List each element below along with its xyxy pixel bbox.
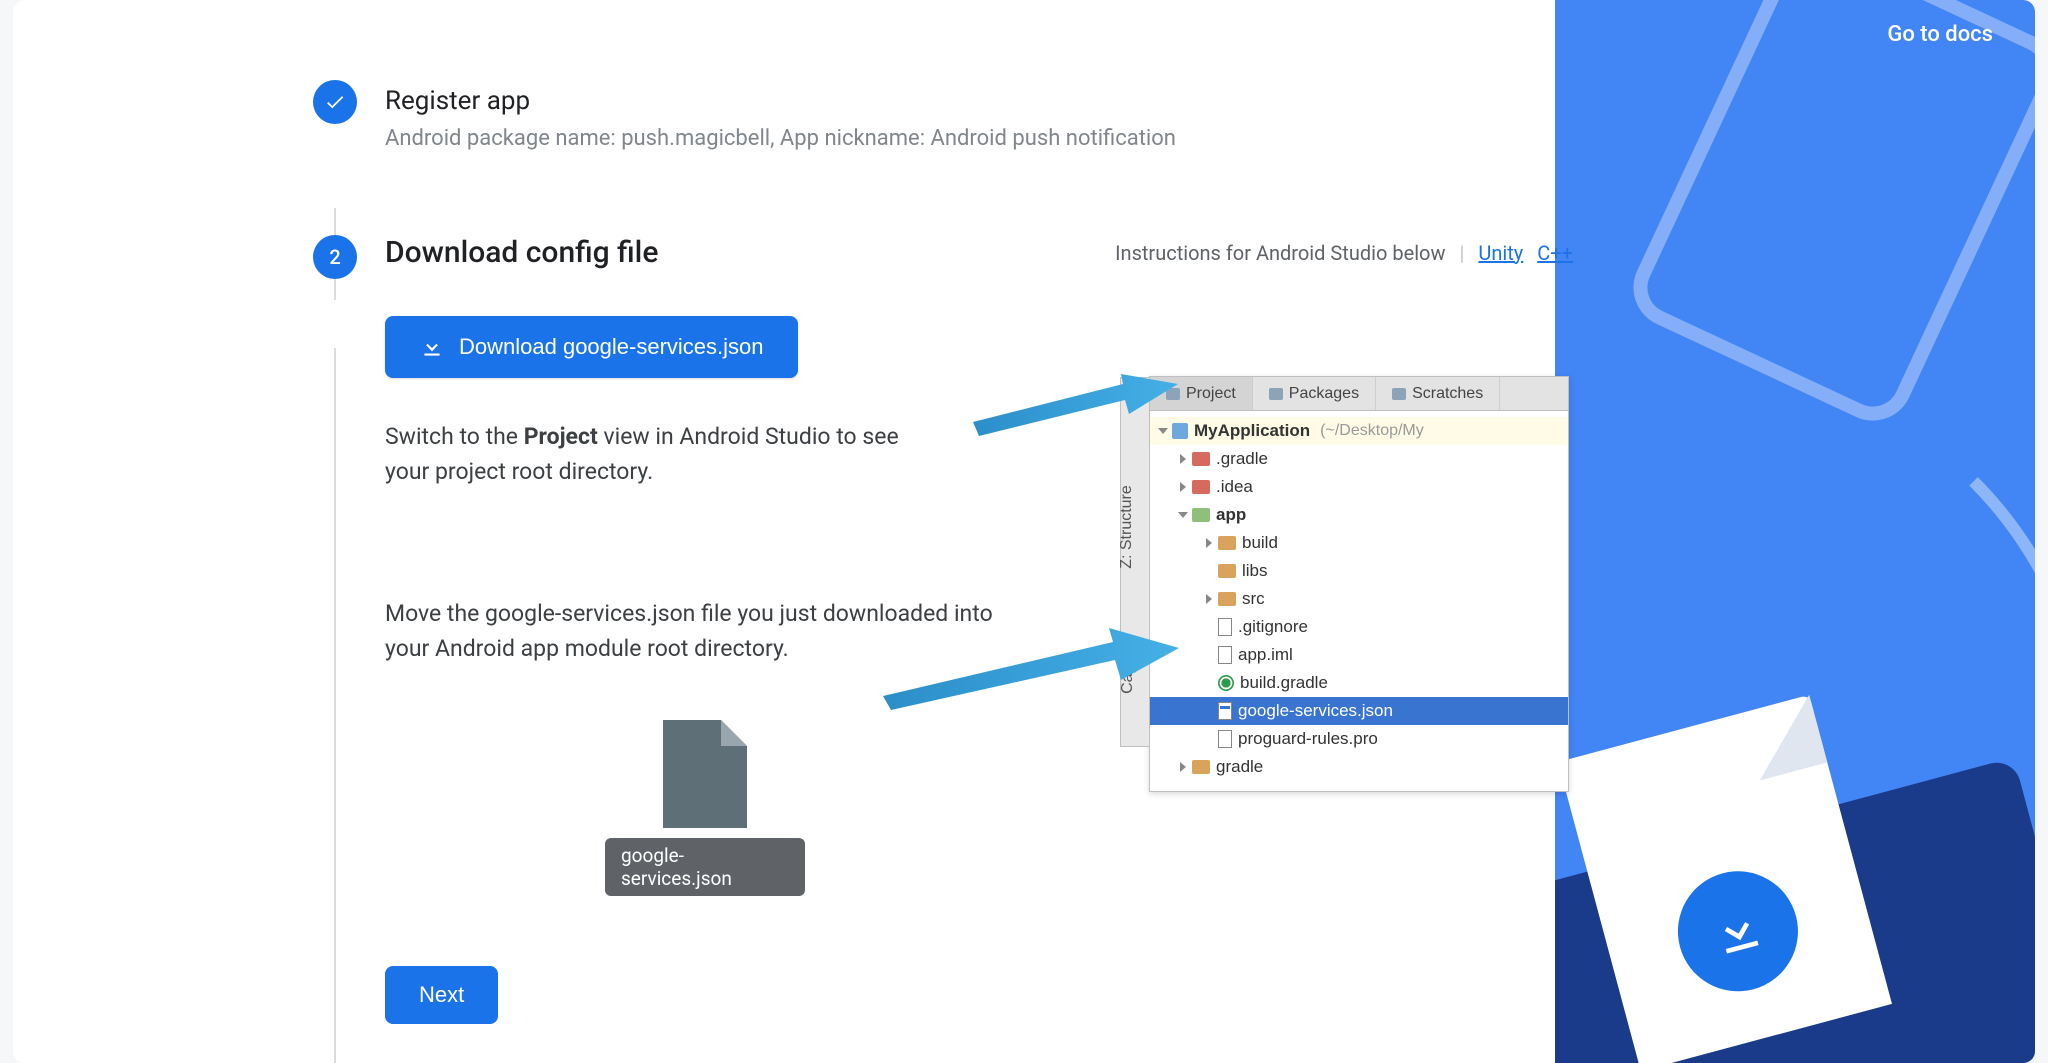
tree-item[interactable]: app.iml xyxy=(1150,641,1568,669)
ide-tab-scratches[interactable]: Scratches xyxy=(1376,377,1500,410)
divider-pipe: | xyxy=(1460,241,1465,265)
step1-subtitle: Android package name: push.magicbell, Ap… xyxy=(385,126,1573,151)
step2-indicator: 2 xyxy=(313,235,357,279)
structure-tab[interactable]: Z: Structure xyxy=(1118,485,1136,569)
step1-indicator-check xyxy=(313,80,357,124)
arrow-to-google-services xyxy=(883,622,1183,716)
tree-item-app[interactable]: app xyxy=(1150,501,1568,529)
download-icon xyxy=(419,334,445,360)
file-icon xyxy=(663,720,747,828)
folder-icon xyxy=(1218,536,1236,550)
module-folder-icon xyxy=(1192,508,1210,522)
check-icon xyxy=(324,91,346,113)
instruction-1: Switch to the Project view in Android St… xyxy=(385,420,925,489)
tree-item-google-services[interactable]: google-services.json xyxy=(1150,697,1568,725)
tree-item[interactable]: build.gradle xyxy=(1150,669,1568,697)
tree-item[interactable]: libs xyxy=(1150,557,1568,585)
tree-item[interactable]: gradle xyxy=(1150,753,1568,781)
tree-item[interactable]: src xyxy=(1150,585,1568,613)
ide-tab-packages[interactable]: Packages xyxy=(1253,377,1376,410)
tree-item[interactable]: .gradle xyxy=(1150,445,1568,473)
step2-title: Download config file xyxy=(385,235,658,270)
decorative-band xyxy=(1555,0,2035,1063)
tree-item[interactable]: .idea xyxy=(1150,473,1568,501)
cpp-link[interactable]: C++ xyxy=(1537,241,1573,265)
json-file-icon xyxy=(1218,702,1232,720)
tree-root[interactable]: MyApplication(~/Desktop/My xyxy=(1150,417,1568,445)
tree-item[interactable]: proguard-rules.pro xyxy=(1150,725,1568,753)
tree-item[interactable]: build xyxy=(1150,529,1568,557)
file-chip-label: google-services.json xyxy=(605,838,805,896)
arrow-to-project-tab xyxy=(973,370,1183,444)
folder-icon xyxy=(1392,388,1406,400)
next-button[interactable]: Next xyxy=(385,966,498,1024)
step2-platform-links: Instructions for Android Studio below | … xyxy=(1115,241,1573,265)
folder-icon xyxy=(1218,564,1236,578)
download-google-services-button[interactable]: Download google-services.json xyxy=(385,316,798,378)
file-icon xyxy=(1218,618,1232,636)
folder-icon xyxy=(1269,388,1283,400)
project-tree: MyApplication(~/Desktop/My .gradle .idea… xyxy=(1150,411,1568,791)
google-services-file-chip: google-services.json xyxy=(605,720,805,896)
instructions-label: Instructions for Android Studio below xyxy=(1115,241,1445,265)
step-register-app: Register app Android package name: push.… xyxy=(313,80,1573,151)
android-studio-project-panel: Z: Structure Capt Project Packages Scrat… xyxy=(1149,376,1569,792)
go-to-docs-link[interactable]: Go to docs xyxy=(1887,22,1993,47)
folder-icon xyxy=(1218,592,1236,606)
download-circle-icon xyxy=(1664,858,1811,1005)
tree-item[interactable]: .gitignore xyxy=(1150,613,1568,641)
file-icon xyxy=(1218,730,1232,748)
folder-icon xyxy=(1192,452,1210,466)
unity-link[interactable]: Unity xyxy=(1478,241,1523,265)
file-icon xyxy=(1218,646,1232,664)
folder-icon xyxy=(1192,760,1210,774)
gradle-icon xyxy=(1218,675,1234,691)
step1-title: Register app xyxy=(385,86,1573,116)
folder-icon xyxy=(1192,480,1210,494)
download-button-label: Download google-services.json xyxy=(459,334,764,360)
